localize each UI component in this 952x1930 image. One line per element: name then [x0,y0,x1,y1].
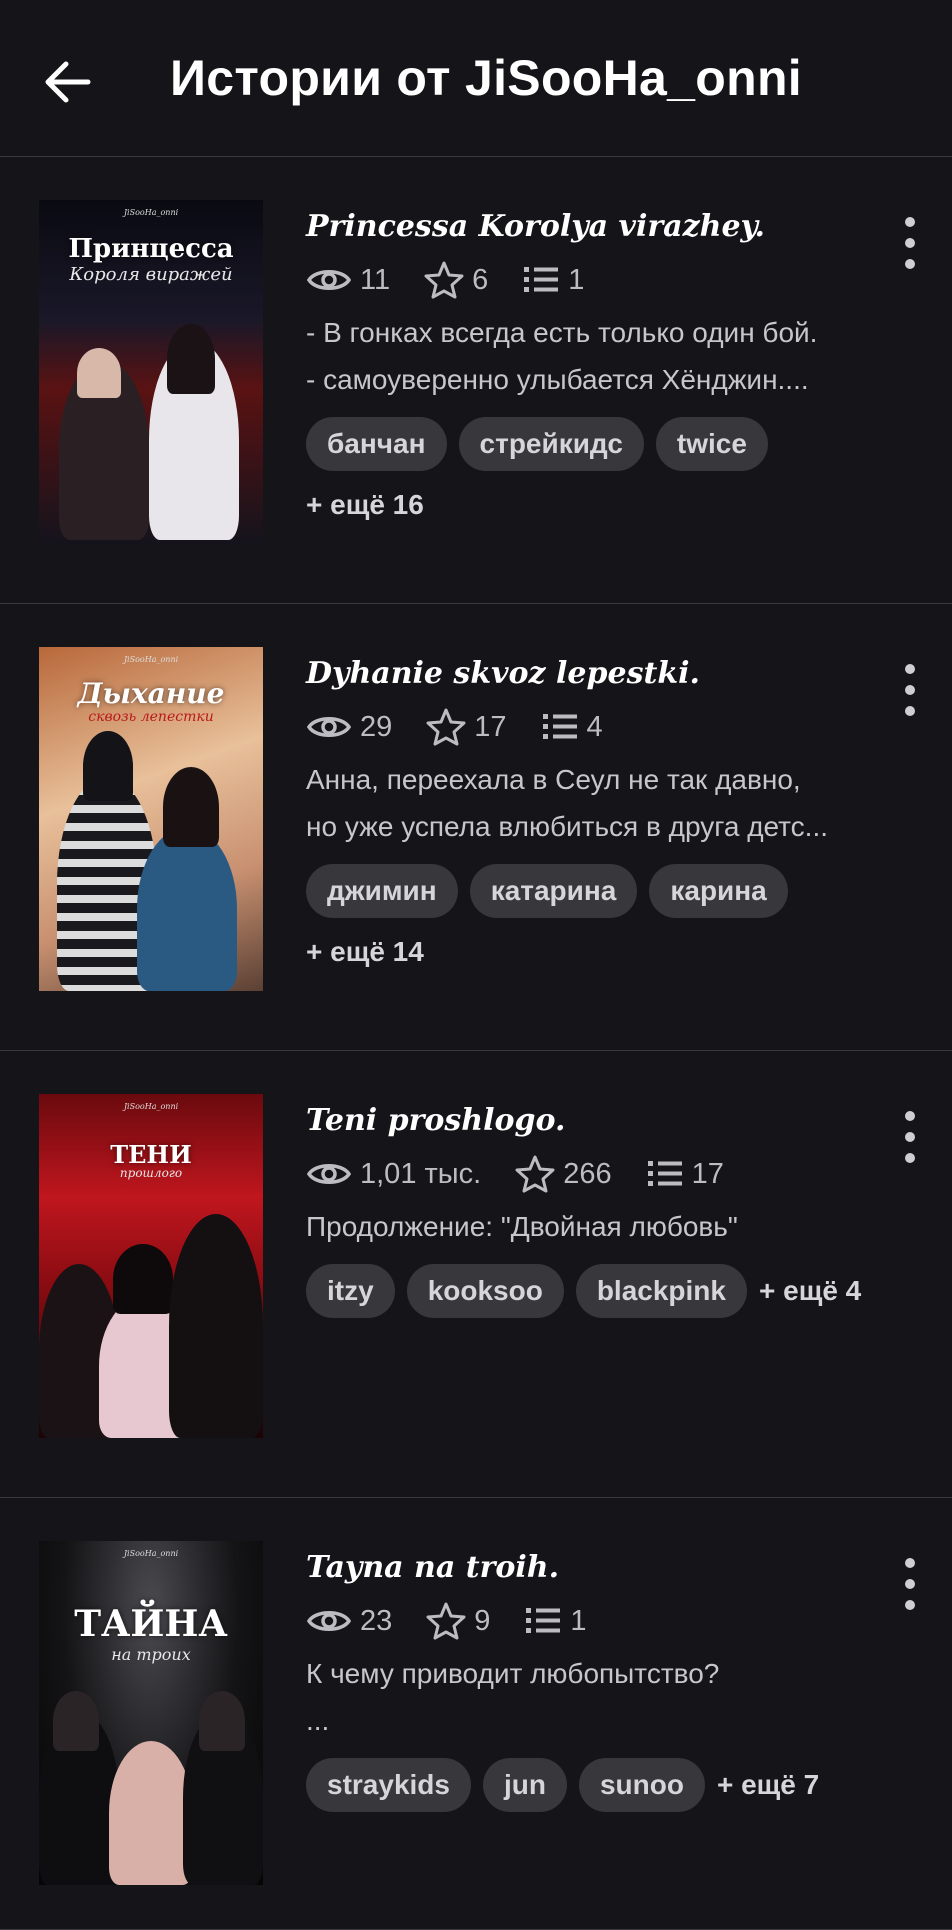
tag-chip[interactable]: катарина [469,864,638,918]
parts-count: 4 [586,710,603,743]
tag-chip[interactable]: стрейкидс [458,417,644,471]
story-title[interactable]: Tayna na troih. [306,1546,882,1590]
story-stats: 1,01 тыс. 266 17 [306,1149,882,1199]
eye-icon [306,270,352,290]
story-info: Teni proshlogo. 1,01 тыс. 266 17 Продолж… [306,1099,882,1318]
star-icon [424,261,464,299]
more-options-button[interactable] [898,664,922,716]
star-icon [515,1155,555,1193]
star-icon [426,708,466,746]
list-icon [647,1161,682,1186]
story-title[interactable]: Teni proshlogo. [306,1099,882,1143]
stars-count: 6 [472,263,489,296]
parts-count: 1 [568,263,585,296]
story-item[interactable]: JiSooHa_onni ТЕНИ прошлого Teni proshlog… [0,1051,952,1498]
views-count: 11 [360,263,391,296]
tag-list: itzy kooksoo blackpink + ещё 4 [306,1264,882,1318]
more-tags-link[interactable]: + ещё 16 [306,485,882,525]
more-tags-link[interactable]: + ещё 4 [759,1275,861,1307]
tag-chip[interactable]: jun [482,1758,567,1812]
story-stats: 29 17 4 [306,702,882,752]
eye-icon [306,717,352,737]
more-options-button[interactable] [898,1111,922,1163]
parts-count: 17 [691,1157,724,1190]
story-description: К чему приводит любопытство? ... [306,1658,720,1736]
app-bar: Истории от JiSooHa_onni [0,0,952,157]
story-description: Продолжение: "Двойная любовь" [306,1211,738,1242]
tag-chip[interactable]: kooksoo [406,1264,564,1318]
story-description: - В гонках всегда есть только один бой. … [306,317,818,395]
more-options-button[interactable] [898,217,922,269]
eye-icon [306,1611,352,1631]
stars-count: 9 [474,1604,491,1637]
eye-icon [306,1164,352,1184]
story-info: Dyhanie skvoz lepestki. 29 17 4 Анна, пе… [306,652,882,972]
story-info: Tayna na troih. 23 9 1 К чему приводит л… [306,1546,882,1812]
back-button[interactable] [36,50,100,114]
tag-chip[interactable]: blackpink [575,1264,747,1318]
story-item[interactable]: JiSooHa_onni Принцесса Короля виражей Pr… [0,157,952,604]
story-cover-image[interactable]: JiSooHa_onni ТЕНИ прошлого [39,1094,263,1438]
story-info: Princessa Korolya virazhey. 11 6 1 - В г… [306,205,882,525]
stars-count: 266 [563,1157,612,1190]
tag-chip[interactable]: sunoo [578,1758,705,1812]
tag-chip[interactable]: itzy [306,1264,395,1318]
views-count: 29 [360,710,393,743]
story-description: Анна, переехала в Сеул не так давно, но … [306,764,829,842]
tag-list: straykids jun sunoo + ещё 7 [306,1758,882,1812]
stories-screen: Истории от JiSooHa_onni JiSooHa_onni При… [0,0,952,1930]
parts-count: 1 [570,1604,587,1637]
story-cover-image[interactable]: JiSooHa_onni Принцесса Короля виражей [39,200,263,544]
arrow-left-icon [45,61,91,103]
stars-count: 17 [474,710,507,743]
list-icon [526,1608,561,1633]
tag-chip[interactable]: джимин [306,864,458,918]
story-stats: 23 9 1 [306,1596,882,1646]
tag-list: джимин катарина карина [306,864,882,918]
more-options-button[interactable] [898,1558,922,1610]
story-title[interactable]: Dyhanie skvoz lepestki. [306,652,882,696]
list-icon [542,714,577,739]
story-cover-image[interactable]: JiSooHa_onni Дыхание сквозь лепестки [39,647,263,991]
tag-chip[interactable]: банчан [306,417,447,471]
list-icon [524,267,559,292]
page-title: Истории от JiSooHa_onni [170,50,802,106]
story-item[interactable]: JiSooHa_onni Дыхание сквозь лепестки Dyh… [0,604,952,1051]
tag-list: банчан стрейкидс twice [306,417,882,471]
views-count: 1,01 тыс. [360,1157,482,1190]
more-tags-link[interactable]: + ещё 14 [306,932,882,972]
story-title[interactable]: Princessa Korolya virazhey. [306,205,882,249]
more-tags-link[interactable]: + ещё 7 [717,1769,819,1801]
story-item[interactable]: JiSooHa_onni ТАЙНА на троих Tayna na tro… [0,1498,952,1930]
star-icon [426,1602,466,1640]
tag-chip[interactable]: straykids [306,1758,471,1812]
story-stats: 11 6 1 [306,255,882,305]
tag-chip[interactable]: карина [649,864,788,918]
story-cover-image[interactable]: JiSooHa_onni ТАЙНА на троих [39,1541,263,1885]
tag-chip[interactable]: twice [655,417,768,471]
views-count: 23 [360,1604,393,1637]
